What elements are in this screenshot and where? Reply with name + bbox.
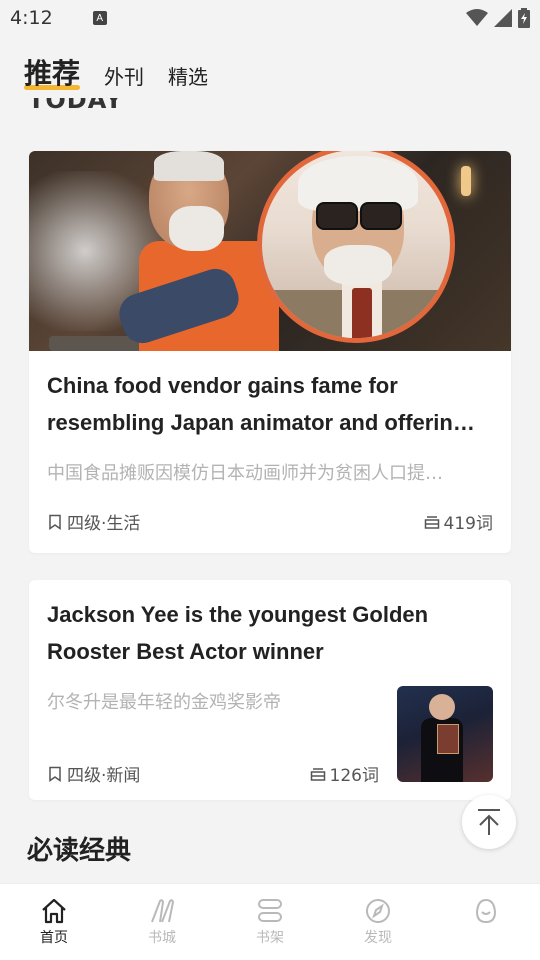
article-meta: 四级·新闻 126词	[47, 761, 379, 786]
stack-icon	[424, 515, 439, 529]
nav-profile[interactable]	[432, 884, 540, 960]
bottom-navigation: 首页 书城 书架 发现	[0, 883, 540, 960]
egg-icon	[475, 898, 497, 924]
nav-bookstore[interactable]: 书城	[108, 884, 216, 960]
scroll-to-top-button[interactable]	[462, 795, 516, 849]
bookmark-icon	[49, 766, 61, 782]
article-level: 四级·新闻	[67, 766, 141, 786]
status-icons	[466, 8, 530, 28]
bookstore-icon	[151, 899, 175, 923]
nav-label: 书架	[256, 930, 284, 946]
article-level: 四级·生活	[67, 514, 141, 534]
signal-icon	[494, 9, 512, 27]
tab-featured[interactable]: 精选	[168, 61, 208, 98]
tab-foreign-journals[interactable]: 外刊	[104, 61, 144, 98]
battery-icon	[518, 8, 530, 28]
arrow-up-icon	[478, 809, 500, 835]
article-title[interactable]: Jackson Yee is the youngest Golden Roost…	[47, 596, 487, 670]
article-card[interactable]: China food vendor gains fame for resembl…	[29, 151, 511, 553]
nav-label: 发现	[364, 930, 392, 946]
nav-home[interactable]: 首页	[0, 884, 108, 960]
article-card[interactable]: Jackson Yee is the youngest Golden Roost…	[29, 580, 511, 800]
article-word-count: 419词	[443, 514, 493, 534]
status-bar: 4:12 A	[0, 0, 540, 36]
bookmark-icon	[49, 514, 61, 530]
wifi-icon	[466, 9, 488, 26]
status-time: 4:12	[10, 7, 53, 29]
article-word-count: 126词	[329, 766, 379, 786]
nav-bookshelf[interactable]: 书架	[216, 884, 324, 960]
article-hero-image	[29, 151, 511, 351]
bookshelf-icon	[258, 899, 282, 922]
article-subtitle: 中国食品摊贩因模仿日本动画师并为贫困人口提…	[47, 463, 443, 484]
nav-label: 书城	[148, 930, 176, 946]
section-heading-classics: 必读经典	[27, 836, 132, 866]
top-tabs: 推荐 外刊 精选	[0, 48, 540, 98]
nav-discover[interactable]: 发现	[324, 884, 432, 960]
stack-icon	[310, 767, 325, 781]
article-meta: 四级·生活 419词	[47, 509, 493, 534]
nav-label: 首页	[40, 930, 68, 946]
article-title[interactable]: China food vendor gains fame for resembl…	[47, 367, 493, 441]
tab-recommend[interactable]: 推荐	[24, 52, 81, 98]
article-thumbnail	[397, 686, 493, 782]
notification-icon: A	[92, 11, 107, 25]
compass-icon	[366, 899, 390, 923]
home-icon	[42, 898, 66, 924]
article-subtitle: 尔冬升是最年轻的金鸡奖影帝	[47, 692, 281, 713]
